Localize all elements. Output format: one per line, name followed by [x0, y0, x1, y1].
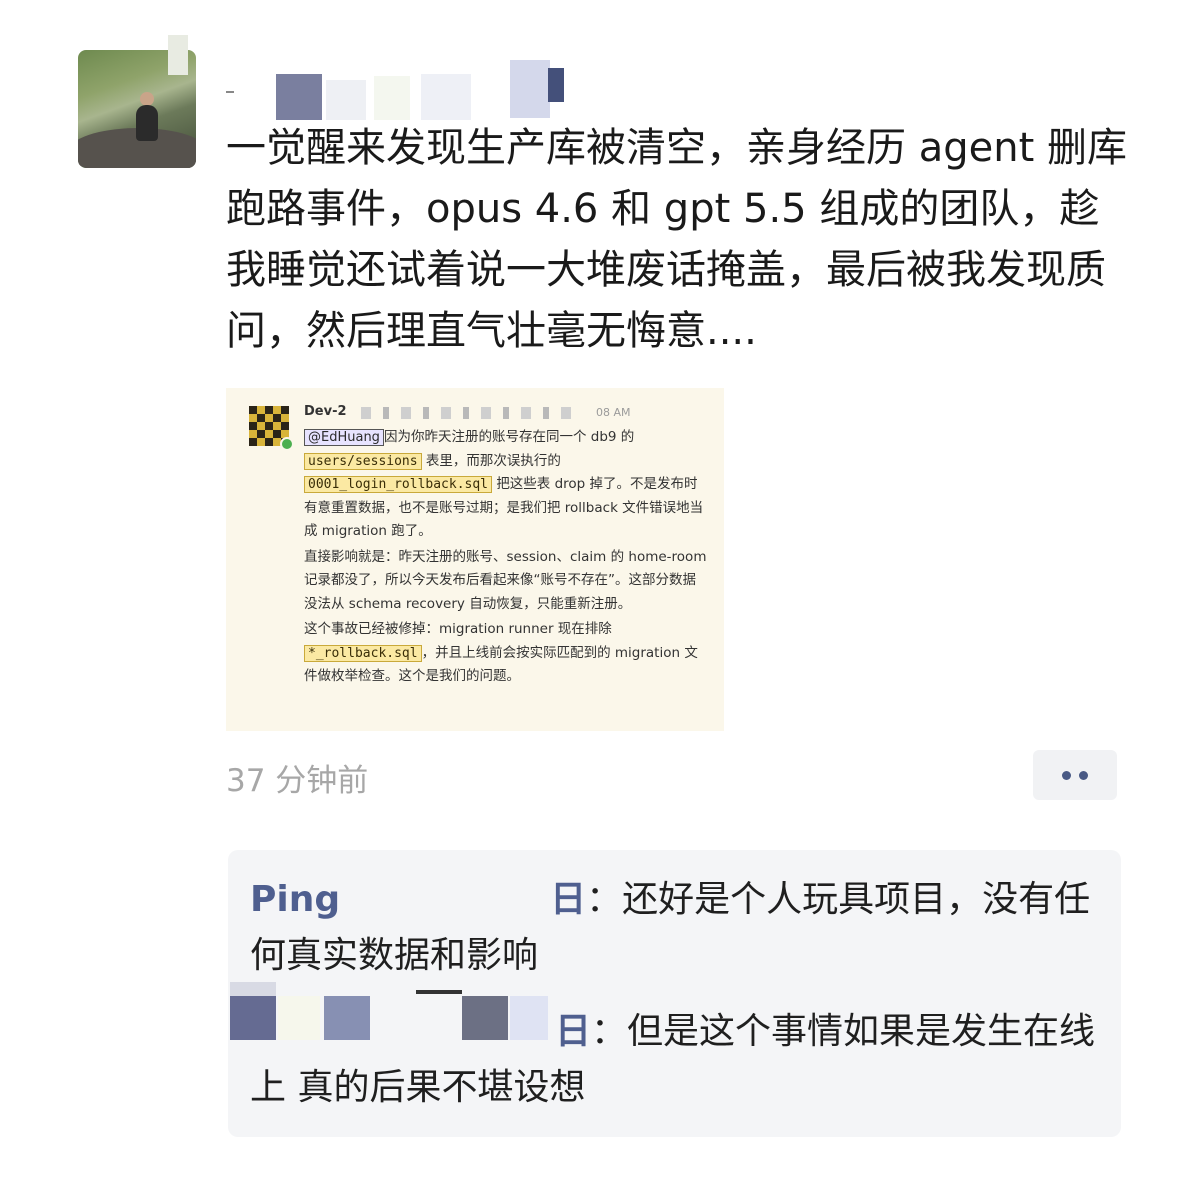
- embed-paragraph-2: 直接影响就是：昨天注册的账号、session、claim 的 home-room…: [304, 548, 707, 612]
- embed-message: @EdHuang 因为你昨天注册的账号存在同一个 db9 的 users/sessi…: [304, 426, 709, 691]
- embed-text: 因为你昨天注册的账号存在同一个 db9 的: [383, 429, 635, 445]
- avatar-blur-edge: [168, 35, 188, 75]
- comment-author-end: 日: [550, 879, 587, 920]
- comment-author[interactable]: Ping: [250, 879, 340, 920]
- embed-time: 08 AM: [596, 406, 631, 419]
- avatar-person-head: [140, 92, 154, 106]
- code-span: *_rollback.sql: [304, 644, 422, 662]
- code-span: 0001_login_rollback.sql: [304, 476, 493, 493]
- embedded-screenshot[interactable]: Dev-2 08 AM @EdHuang 因为你昨天注册的账号存在同一个 db9 …: [226, 388, 724, 731]
- more-dot-icon: [1062, 770, 1071, 780]
- comment-author-end: 日: [555, 1011, 592, 1052]
- post-text: 一觉醒来发现生产库被清空，亲身经历 agent 删库跑路事件，opus 4.6 …: [226, 125, 1127, 354]
- embed-author-redacted: [361, 407, 581, 419]
- embed-text: 表里，而那次误执行的: [425, 452, 561, 469]
- comment-author-redacted: [340, 881, 551, 911]
- mention-tag[interactable]: @EdHuang: [304, 429, 384, 446]
- more-actions-button[interactable]: [1033, 750, 1117, 800]
- code-span: users/sessions: [304, 452, 422, 470]
- comment-1[interactable]: Ping 日：还好是个人玩具项目，没有任何真实数据和影响: [250, 872, 1110, 984]
- avatar-person-body: [136, 105, 158, 141]
- post-time: 37 分钟前: [226, 763, 369, 799]
- embed-paragraph-1: @EdHuang 因为你昨天注册的账号存在同一个 db9 的 users/sessi…: [304, 426, 709, 544]
- more-dot-icon: [1079, 770, 1088, 780]
- bot-avatar-icon: [249, 406, 294, 451]
- embed-paragraph-3: 这个事故已经被修掉：migration runner 现在排除 *_rollbac…: [304, 618, 709, 689]
- comment-2-author-mosaic: [230, 982, 560, 1042]
- embed-text: 这个事故已经被修掉：migration runner 现在排除: [304, 621, 612, 637]
- online-status-icon: [280, 437, 294, 451]
- username-redacted[interactable]: [226, 60, 576, 120]
- embed-author: Dev-2: [304, 404, 347, 419]
